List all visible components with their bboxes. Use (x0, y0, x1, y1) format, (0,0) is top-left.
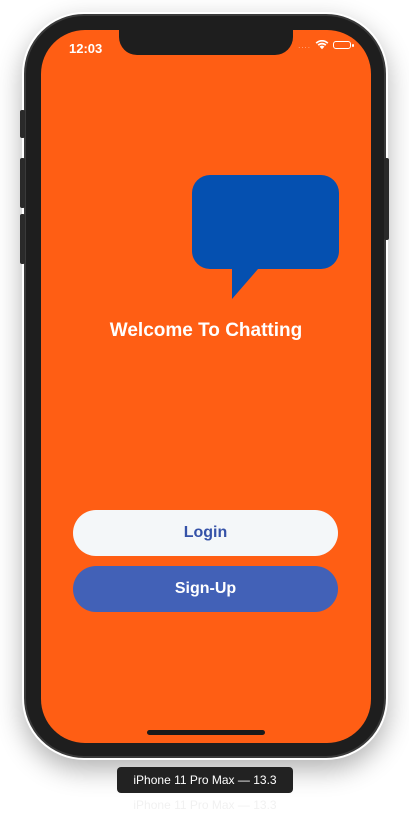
wifi-icon (315, 40, 329, 50)
login-button[interactable]: Login (73, 510, 338, 556)
status-time: 12:03 (69, 41, 103, 56)
status-icons: .... (298, 40, 354, 50)
home-indicator (147, 730, 265, 735)
device-label: iPhone 11 Pro Max — 13.3 (117, 767, 293, 793)
battery-icon (333, 41, 354, 49)
notch (119, 30, 293, 55)
signal-icon: .... (298, 40, 311, 50)
volume-down-button (20, 214, 25, 264)
silent-switch (20, 110, 25, 138)
signup-button[interactable]: Sign-Up (73, 566, 338, 612)
device-label-reflection: iPhone 11 Pro Max — 13.3 (133, 798, 277, 812)
app-screen: 12:03 .... Welcome To Chatting Login Sig… (41, 30, 371, 743)
simulator-stage: 12:03 .... Welcome To Chatting Login Sig… (0, 0, 409, 813)
chat-bubble-icon (192, 175, 339, 299)
volume-up-button (20, 158, 25, 208)
power-button (384, 158, 389, 240)
welcome-title: Welcome To Chatting (109, 320, 303, 341)
